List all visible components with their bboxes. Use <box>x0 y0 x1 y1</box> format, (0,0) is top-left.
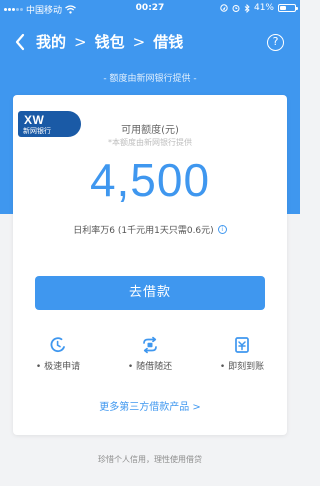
battery-icon <box>278 4 298 12</box>
help-icon[interactable]: ? <box>267 34 284 51</box>
footer-note: 珍惜个人信用，理性使用借贷 <box>98 455 202 464</box>
credit-sub-note: *本额度由新网银行提供 <box>108 138 192 147</box>
feature-flexible-repay: 随借随还 <box>115 336 185 372</box>
interest-rate: 日利率万6 (1千元用1天只需0.6元) i <box>13 223 287 236</box>
crumb-wallet[interactable]: 钱包 <box>95 31 125 52</box>
status-bar: 中国移动 00:27 41% <box>0 0 300 18</box>
battery-percent: 41% <box>253 3 274 13</box>
crumb-separator: > <box>132 32 146 51</box>
more-third-party-link[interactable]: 更多第三方借款产品 > <box>13 398 287 413</box>
feature-instant-arrival: 即刻到账 <box>207 336 277 372</box>
repeat-icon <box>143 336 157 354</box>
provider-note: - 额度由新网银行提供 - <box>103 74 197 84</box>
credit-amount: 4,500 <box>89 154 211 206</box>
feature-fast-apply: 极速申请 <box>23 336 93 372</box>
moon-clock-icon <box>50 337 65 353</box>
rate-text: 日利率万6 (1千元用1天只需0.6元) <box>73 226 214 236</box>
crumb-my[interactable]: 我的 <box>36 31 66 52</box>
location-icon <box>220 4 228 12</box>
breadcrumb: 我的 > 钱包 > 借钱 <box>36 31 183 52</box>
feature-label: 即刻到账 <box>207 359 277 372</box>
feature-label: 随借随还 <box>115 359 185 372</box>
bluetooth-icon <box>244 3 250 13</box>
crumb-borrow: 借钱 <box>153 33 184 51</box>
chevron-left-icon[interactable] <box>14 33 26 51</box>
alarm-icon <box>232 5 240 12</box>
nav-bar: 我的 > 钱包 > 借钱 ? <box>0 22 300 62</box>
battery-level <box>280 6 286 10</box>
loan-card: XW 新网银行 可用额度(元) *本额度由新网银行提供 4,500 日利率万6 … <box>13 95 287 435</box>
receipt-icon <box>235 337 249 353</box>
credit-label: 可用额度(元) <box>121 125 179 136</box>
crumb-separator: > <box>74 32 87 51</box>
feature-label: 极速申请 <box>23 359 93 372</box>
borrow-button[interactable]: 去借款 <box>35 276 265 310</box>
info-icon[interactable]: i <box>217 225 227 234</box>
